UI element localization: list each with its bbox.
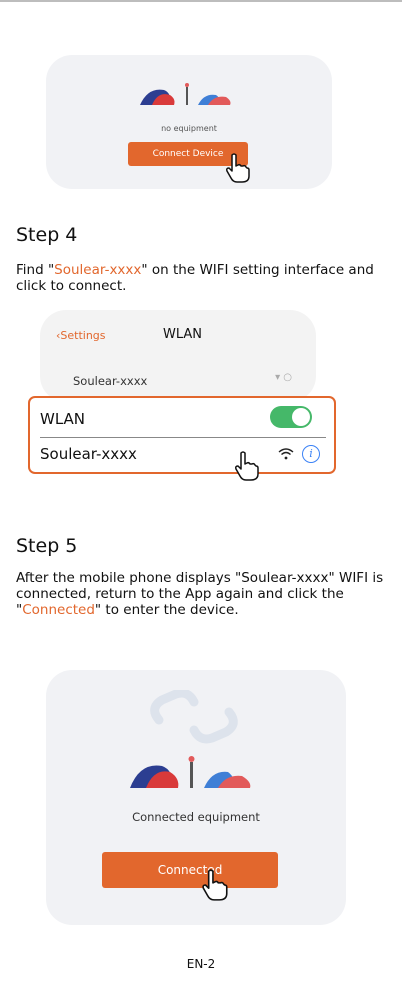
step5-instructions: After the mobile phone displays "Soulear… — [16, 570, 394, 618]
step4-highlight-ssid: Soulear-xxxx — [54, 262, 142, 278]
step5-text-post: " to enter the device. — [94, 602, 239, 618]
connected-equipment-card: Connected equipment Connected — [46, 670, 346, 925]
connect-device-label: Connect Device — [152, 149, 224, 159]
step4-instructions: Find "Soulear-xxxx" on the WIFI setting … — [16, 262, 391, 294]
page-number: EN-2 — [186, 957, 216, 971]
no-equipment-card: no equipment Connect Device — [46, 55, 332, 189]
step5-highlight-connected: Connected — [22, 602, 95, 618]
step4-text-pre: Find " — [16, 262, 55, 278]
step4-title: Step 4 — [16, 224, 78, 246]
no-equipment-label: no equipment — [161, 124, 217, 133]
top-divider — [0, 0, 402, 2]
connected-equipment-label: Connected equipment — [132, 810, 260, 824]
step5-title: Step 5 — [16, 535, 78, 557]
info-icon[interactable]: i — [302, 445, 320, 463]
device-illustration — [130, 756, 251, 788]
hand-pointer-icon — [202, 869, 228, 901]
connected-button[interactable]: Connected — [102, 852, 278, 888]
wifi-icon — [278, 448, 294, 460]
phone-ssid-item[interactable]: Soulear-xxxx — [73, 374, 147, 388]
hand-pointer-icon — [235, 451, 259, 481]
phone-wlan-screen: ‹Settings WLAN Soulear-xxxx ▾ ○ — [40, 310, 316, 402]
soulear-ssid-item[interactable]: Soulear-xxxx — [40, 445, 137, 463]
wlan-label: WLAN — [40, 410, 86, 428]
divider — [40, 437, 326, 438]
settings-back-link[interactable]: ‹Settings — [56, 329, 106, 342]
phone-screen-title: WLAN — [163, 327, 203, 342]
device-illustration — [140, 83, 231, 105]
wlan-toggle[interactable] — [270, 406, 312, 428]
toggle-knob — [292, 408, 310, 426]
phone-signal-icon: ▾ ○ — [275, 372, 292, 383]
link-icon — [150, 690, 238, 744]
wlan-highlight-box: WLAN Soulear-xxxx i — [28, 396, 336, 481]
hand-pointer-icon — [226, 153, 250, 183]
